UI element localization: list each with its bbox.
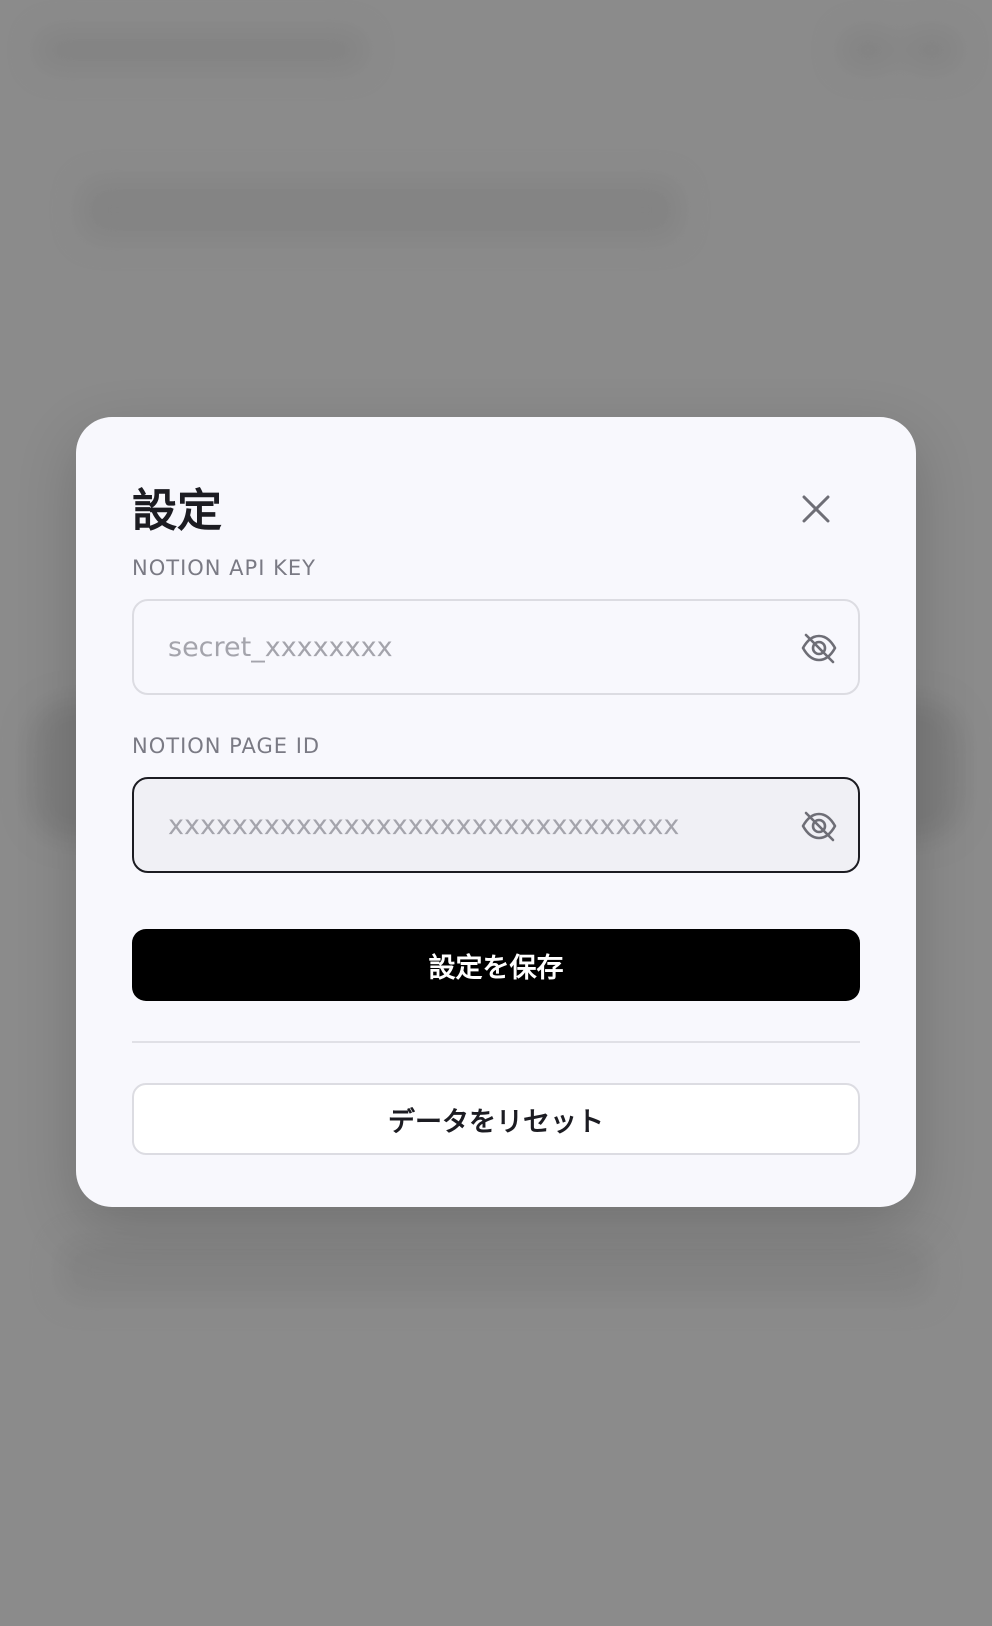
modal-header: 設定 [132,479,860,543]
page-id-input[interactable] [134,779,858,871]
modal-title: 設定 [132,484,223,537]
eye-off-icon [798,805,840,847]
close-icon [788,481,844,537]
save-settings-button[interactable]: 設定を保存 [132,929,860,1001]
page-id-field-wrapper [132,777,860,873]
reset-data-button[interactable]: データをリセット [132,1083,860,1155]
divider [132,1041,860,1043]
page-id-label: NOTION PAGE ID [132,734,321,758]
api-key-visibility-toggle[interactable] [798,627,840,669]
close-button[interactable] [788,481,844,537]
eye-off-icon [798,627,840,669]
settings-modal: 設定 NOTION API KEY NOTION PAGE ID 設定を保存 デ… [76,417,916,1207]
api-key-field-wrapper [132,599,860,695]
api-key-input[interactable] [134,601,858,693]
api-key-label: NOTION API KEY [132,556,316,580]
page-id-visibility-toggle[interactable] [798,805,840,847]
